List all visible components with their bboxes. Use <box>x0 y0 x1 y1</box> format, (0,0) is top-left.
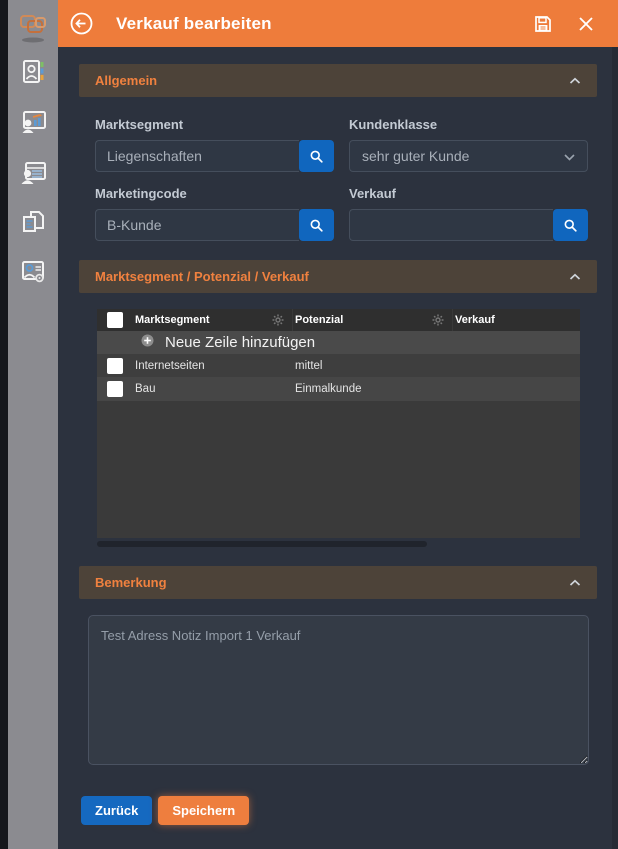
add-row-label[interactable]: Neue Zeile hinzufügen <box>165 334 315 351</box>
kundenklasse-label: Kundenklasse <box>349 117 588 132</box>
main-panel: Verkauf bearbeiten <box>58 0 618 849</box>
field-marktsegment: Marktsegment <box>95 117 334 172</box>
kundenklasse-select[interactable]: sehr guter Kunde <box>349 140 588 172</box>
app-window: Verkauf bearbeiten <box>0 0 618 849</box>
vertical-scrollbar-track[interactable] <box>612 47 618 849</box>
column-header-verkauf[interactable]: Verkauf <box>453 314 580 326</box>
field-kundenklasse: Kundenklasse sehr guter Kunde <box>349 117 588 172</box>
chevron-up-icon[interactable] <box>569 574 581 592</box>
verkauf-label: Verkauf <box>349 186 588 201</box>
section-title: Marktsegment / Potenzial / Verkauf <box>95 269 569 284</box>
verkauf-search-button[interactable] <box>553 209 588 241</box>
cell-potenzial[interactable]: Einmalkunde <box>293 383 361 395</box>
sidebar-nav <box>19 58 47 286</box>
add-row[interactable]: Neue Zeile hinzufügen <box>97 331 580 354</box>
marktsegment-label: Marktsegment <box>95 117 334 132</box>
app-logo-icon <box>13 8 53 48</box>
save-button[interactable]: Speichern <box>158 796 249 825</box>
left-edge-strip <box>0 0 8 849</box>
back-button[interactable] <box>70 12 93 35</box>
sidebar <box>8 0 58 849</box>
table-row[interactable]: Internetseiten mittel <box>97 354 580 377</box>
kundenklasse-selected-value: sehr guter Kunde <box>362 148 564 164</box>
allgemein-fields: Marktsegment Kundenklasse <box>95 117 581 241</box>
matrix-table: Marktsegment <box>97 309 580 538</box>
column-gear-icon[interactable] <box>432 314 444 326</box>
field-verkauf: Verkauf <box>349 186 588 241</box>
person-calendar-icon[interactable] <box>19 158 47 186</box>
horizontal-scrollbar-thumb[interactable] <box>97 541 427 547</box>
person-settings-icon[interactable] <box>19 258 47 286</box>
verkauf-input[interactable] <box>349 209 553 241</box>
marktsegment-search-button[interactable] <box>299 140 334 172</box>
header-bar: Verkauf bearbeiten <box>58 0 618 47</box>
save-icon[interactable] <box>534 15 552 33</box>
field-marketingcode: Marketingcode <box>95 186 334 241</box>
section-header-bemerkung[interactable]: Bemerkung <box>79 566 597 599</box>
row-checkbox[interactable] <box>107 358 123 374</box>
horizontal-scrollbar-track[interactable] <box>97 541 580 547</box>
section-header-matrix[interactable]: Marktsegment / Potenzial / Verkauf <box>79 260 597 293</box>
contact-card-icon[interactable] <box>19 58 47 86</box>
select-all-checkbox[interactable] <box>107 312 123 328</box>
bemerkung-textarea[interactable]: Test Adress Notiz Import 1 Verkauf <box>88 615 589 765</box>
cell-potenzial[interactable]: mittel <box>293 360 322 372</box>
documents-icon[interactable] <box>19 208 47 236</box>
chevron-up-icon[interactable] <box>569 268 581 286</box>
column-gear-icon[interactable] <box>272 314 284 326</box>
marketingcode-label: Marketingcode <box>95 186 334 201</box>
back-button-footer[interactable]: Zurück <box>81 796 152 825</box>
marketingcode-search-button[interactable] <box>299 209 334 241</box>
page-title: Verkauf bearbeiten <box>116 14 272 34</box>
form-content: Allgemein Marktsegment <box>58 47 618 825</box>
row-checkbox[interactable] <box>107 381 123 397</box>
chevron-up-icon[interactable] <box>569 72 581 90</box>
plus-circle-icon[interactable] <box>141 334 154 352</box>
footer-actions: Zurück Speichern <box>81 796 597 825</box>
table-header-row: Marktsegment <box>97 309 580 331</box>
table-row[interactable]: Bau Einmalkunde <box>97 377 580 401</box>
section-title: Allgemein <box>95 73 569 88</box>
close-icon[interactable] <box>578 16 594 32</box>
section-title: Bemerkung <box>95 575 569 590</box>
cell-marktsegment[interactable]: Bau <box>133 383 155 395</box>
marketingcode-input[interactable] <box>95 209 299 241</box>
column-header-potenzial[interactable]: Potenzial <box>293 314 432 326</box>
section-header-allgemein[interactable]: Allgemein <box>79 64 597 97</box>
chevron-down-icon <box>564 148 575 164</box>
person-statistics-icon[interactable] <box>19 108 47 136</box>
column-header-marktsegment[interactable]: Marktsegment <box>133 314 272 326</box>
cell-marktsegment[interactable]: Internetseiten <box>133 360 205 372</box>
marktsegment-input[interactable] <box>95 140 299 172</box>
